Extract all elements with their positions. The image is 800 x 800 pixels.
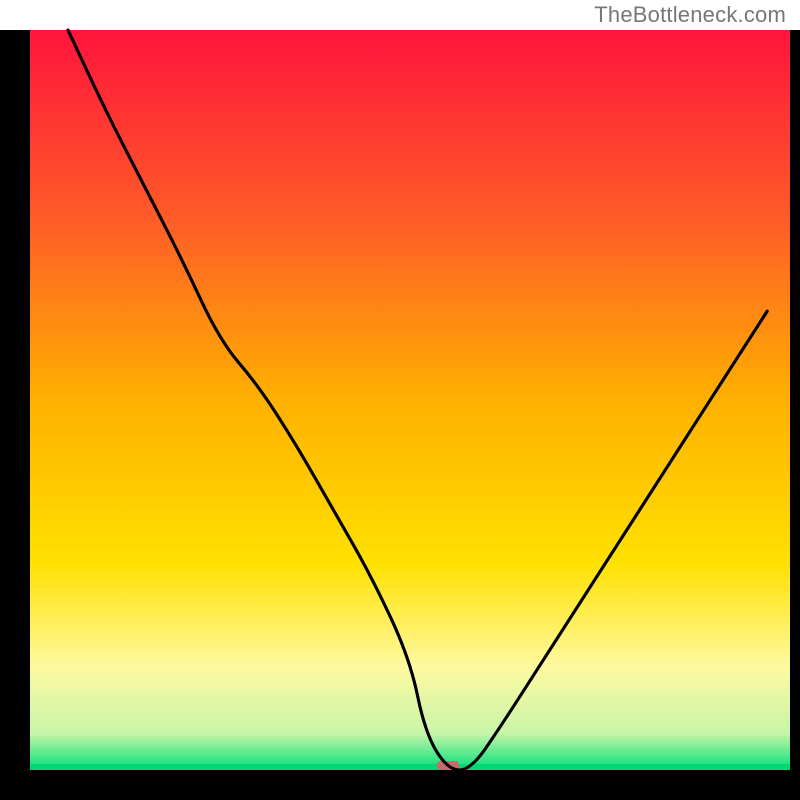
watermark-text: TheBottleneck.com: [594, 2, 786, 28]
bottleneck-chart: [0, 0, 800, 800]
chart-stage: TheBottleneck.com: [0, 0, 800, 800]
